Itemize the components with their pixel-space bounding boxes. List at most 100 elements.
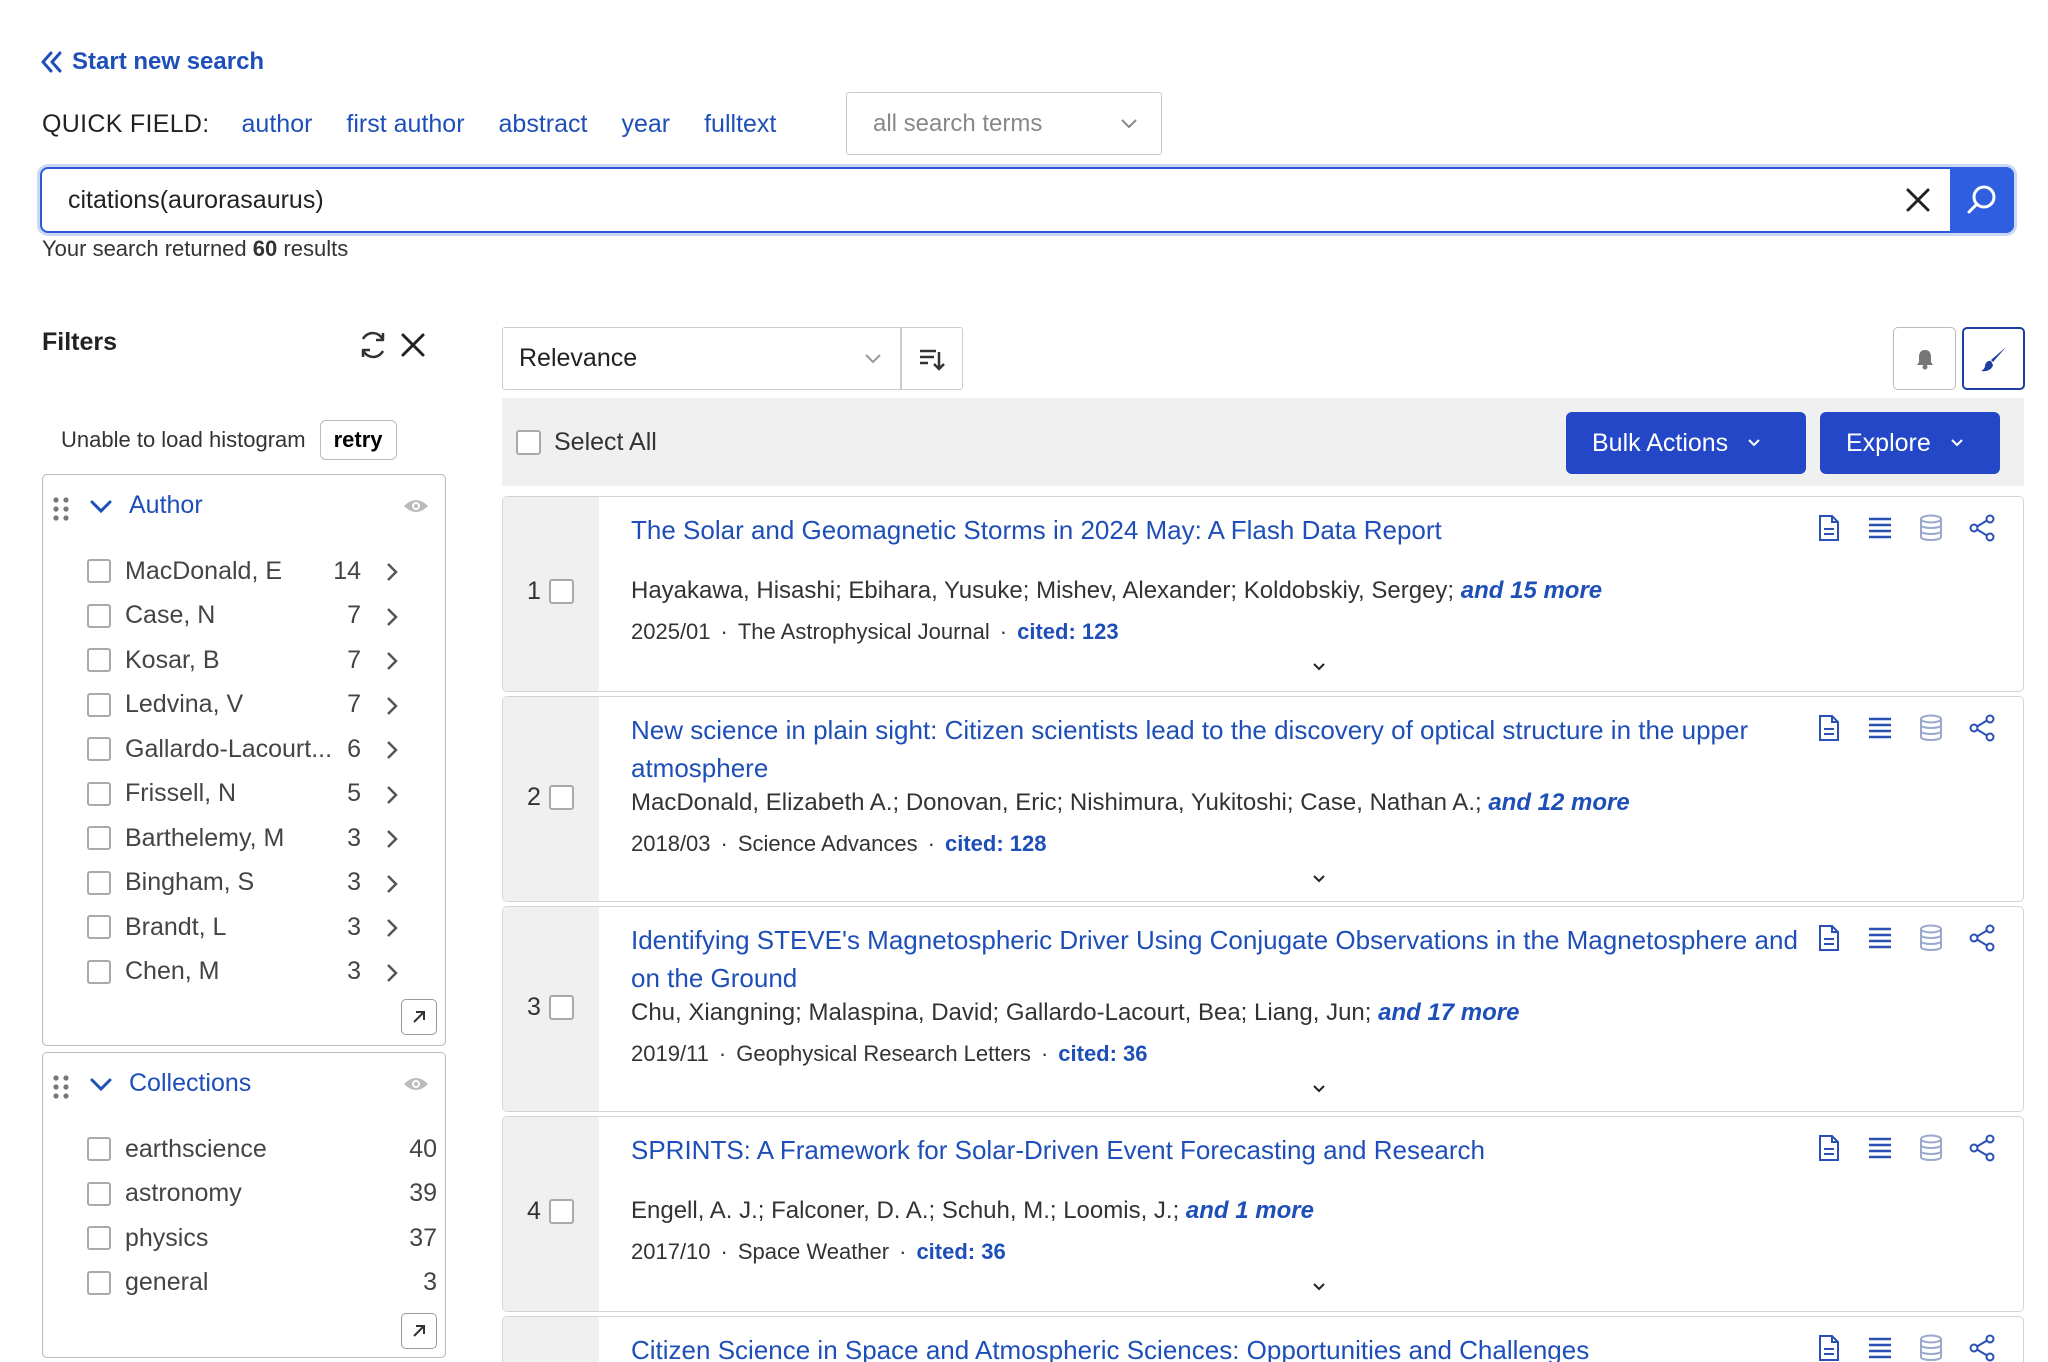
facet-checkbox[interactable] [87,648,111,673]
chevron-right-icon[interactable] [385,739,399,761]
database-icon[interactable] [1916,713,1946,743]
start-new-search-link[interactable]: Start new search [40,48,264,76]
facet-item[interactable]: physics 37 [43,1216,445,1261]
facet-item[interactable]: Ledvina, V 7 [43,683,445,728]
share-icon[interactable] [1967,513,1997,543]
facet-item[interactable]: general 3 [43,1261,445,1306]
facet-checkbox[interactable] [87,870,111,895]
result-cited-link[interactable]: cited: 36 [916,1239,1005,1264]
bulk-actions-button[interactable]: Bulk Actions [1566,412,1806,474]
facet-item[interactable]: Gallardo-Lacourt... 6 [43,727,445,772]
chevron-right-icon[interactable] [385,873,399,895]
chevron-right-icon[interactable] [385,561,399,583]
facet-item[interactable]: Frissell, N 5 [43,772,445,817]
list-icon[interactable] [1865,713,1895,743]
result-checkbox[interactable] [549,995,574,1020]
result-checkbox[interactable] [549,785,574,810]
list-icon[interactable] [1865,1333,1895,1362]
more-authors-link[interactable]: and 1 more [1186,1197,1314,1224]
refresh-filters-button[interactable] [356,328,390,367]
chevron-down-icon[interactable] [1311,1083,1327,1095]
chevron-right-icon[interactable] [385,650,399,672]
facet-checkbox[interactable] [87,959,111,984]
chevron-right-icon[interactable] [385,828,399,850]
quick-field-fulltext[interactable]: fulltext [704,110,776,139]
chevron-down-icon[interactable] [89,497,113,517]
result-checkbox[interactable] [549,1199,574,1224]
facet-item[interactable]: astronomy 39 [43,1172,445,1217]
document-icon[interactable] [1814,713,1844,743]
facet-checkbox[interactable] [87,1181,111,1206]
facet-checkbox[interactable] [87,737,111,762]
retry-button[interactable]: retry [319,420,397,460]
list-icon[interactable] [1865,1133,1895,1163]
search-terms-select[interactable]: all search terms [846,92,1162,155]
quick-field-first-author[interactable]: first author [346,110,464,139]
list-icon[interactable] [1865,513,1895,543]
select-all-label[interactable]: Select All [554,428,657,457]
facet-checkbox[interactable] [87,915,111,940]
facet-item[interactable]: Kosar, B 7 [43,638,445,683]
document-icon[interactable] [1814,513,1844,543]
author-facet-title[interactable]: Author [129,491,203,520]
more-authors-link[interactable]: and 12 more [1488,789,1629,816]
facet-checkbox[interactable] [87,692,111,717]
sort-direction-button[interactable] [900,327,963,390]
search-input[interactable] [42,169,1886,231]
result-cited-link[interactable]: cited: 36 [1058,1041,1147,1066]
notification-button[interactable] [1893,327,1956,390]
search-submit-button[interactable] [1950,167,2014,233]
more-authors-link[interactable]: and 17 more [1378,999,1519,1026]
clear-filters-button[interactable] [400,332,426,363]
facet-checkbox[interactable] [87,826,111,851]
expand-author-facet-button[interactable] [401,999,437,1035]
facet-item[interactable]: Brandt, L 3 [43,905,445,950]
facet-item[interactable]: earthscience 40 [43,1127,445,1172]
facet-checkbox[interactable] [87,1137,111,1162]
customize-button[interactable] [1962,327,2025,390]
chevron-right-icon[interactable] [385,917,399,939]
result-title-link[interactable]: New science in plain sight: Citizen scie… [631,711,1801,787]
facet-item[interactable]: Case, N 7 [43,594,445,639]
clear-search-button[interactable] [1886,169,1950,231]
author-facet-header[interactable]: Author [43,475,445,539]
expand-collections-facet-button[interactable] [401,1313,437,1349]
collections-facet-header[interactable]: Collections [43,1053,445,1117]
chevron-right-icon[interactable] [385,606,399,628]
chevron-down-icon[interactable] [1311,1281,1327,1293]
share-icon[interactable] [1967,1333,1997,1362]
chevron-down-icon[interactable] [1311,873,1327,885]
result-cited-link[interactable]: cited: 128 [945,831,1047,856]
quick-field-author[interactable]: author [242,110,313,139]
database-icon[interactable] [1916,923,1946,953]
result-title-link[interactable]: Citizen Science in Space and Atmospheric… [631,1331,1801,1362]
facet-checkbox[interactable] [87,603,111,628]
facet-checkbox[interactable] [87,781,111,806]
share-icon[interactable] [1967,923,1997,953]
more-authors-link[interactable]: and 15 more [1461,577,1602,604]
sort-select[interactable]: Relevance [502,327,902,390]
facet-item[interactable]: Chen, M 3 [43,950,445,995]
result-title-link[interactable]: SPRINTS: A Framework for Solar-Driven Ev… [631,1131,1801,1169]
share-icon[interactable] [1967,1133,1997,1163]
share-icon[interactable] [1967,713,1997,743]
drag-handle-icon[interactable] [51,1073,71,1101]
drag-handle-icon[interactable] [51,495,71,523]
chevron-right-icon[interactable] [385,695,399,717]
document-icon[interactable] [1814,923,1844,953]
facet-checkbox[interactable] [87,559,111,584]
result-cited-link[interactable]: cited: 123 [1017,619,1119,644]
eye-icon[interactable] [403,497,429,515]
facet-item[interactable]: MacDonald, E 14 [43,549,445,594]
explore-button[interactable]: Explore [1820,412,2000,474]
facet-checkbox[interactable] [87,1270,111,1295]
select-all-checkbox[interactable] [516,430,541,455]
chevron-right-icon[interactable] [385,962,399,984]
chevron-down-icon[interactable] [89,1075,113,1095]
result-title-link[interactable]: Identifying STEVE's Magnetospheric Drive… [631,921,1801,997]
facet-item[interactable]: Bingham, S 3 [43,861,445,906]
facet-item[interactable]: Barthelemy, M 3 [43,816,445,861]
quick-field-year[interactable]: year [621,110,670,139]
quick-field-abstract[interactable]: abstract [499,110,588,139]
document-icon[interactable] [1814,1133,1844,1163]
